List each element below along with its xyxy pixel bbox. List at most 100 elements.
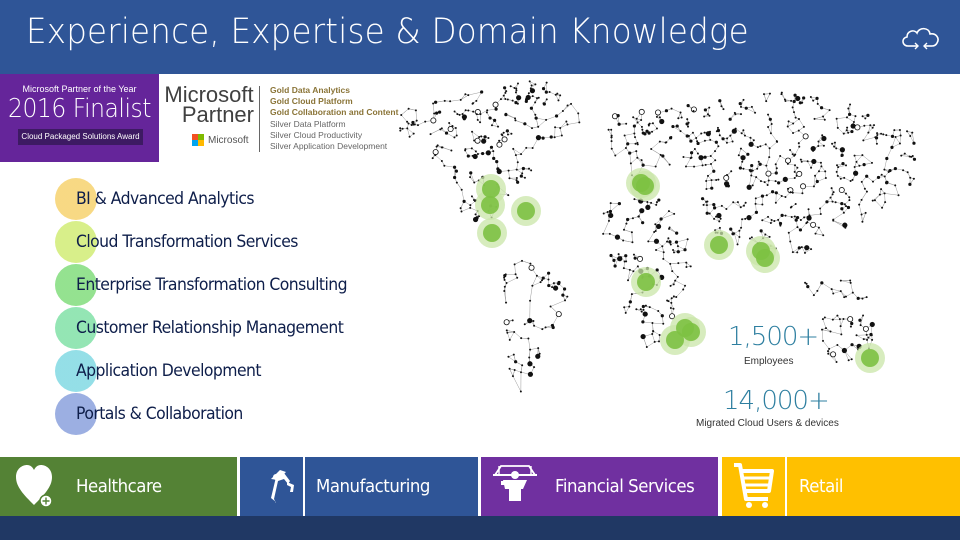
network-node	[802, 96, 806, 100]
award-line-2: 2016 Finalist	[8, 94, 151, 124]
office-location-marker	[666, 331, 684, 349]
network-node	[792, 132, 795, 135]
network-node	[701, 164, 704, 167]
network-node	[835, 117, 838, 120]
network-node	[733, 111, 736, 114]
network-node	[474, 137, 481, 144]
network-node	[908, 182, 912, 186]
network-node	[508, 177, 511, 180]
network-node	[742, 204, 745, 207]
network-node	[726, 137, 729, 140]
network-node	[538, 352, 541, 355]
network-node	[709, 138, 712, 141]
network-node	[703, 139, 706, 142]
network-node	[628, 305, 631, 308]
industry-tile-manufacturing[interactable]: Manufacturing	[240, 457, 478, 516]
network-node	[831, 318, 834, 321]
network-line	[546, 115, 557, 121]
network-node	[749, 136, 752, 139]
network-node	[635, 150, 638, 153]
network-node	[458, 113, 461, 116]
network-node	[507, 169, 510, 172]
network-node	[861, 220, 864, 223]
network-node	[876, 175, 881, 180]
network-node	[486, 109, 489, 112]
network-node	[643, 132, 647, 136]
network-node	[799, 219, 802, 222]
network-node	[812, 294, 815, 297]
network-node	[658, 116, 661, 119]
network-node	[863, 124, 866, 127]
page-title: Experience, Expertise & Domain Knowledge	[26, 12, 749, 52]
network-node	[630, 293, 633, 296]
microsoft-windows-icon	[192, 134, 204, 146]
network-node	[625, 260, 628, 263]
network-line	[615, 147, 627, 156]
network-node	[777, 218, 780, 221]
network-node	[642, 308, 645, 311]
network-node	[854, 173, 857, 176]
network-line	[793, 118, 800, 124]
network-node	[453, 175, 457, 180]
network-node	[451, 124, 454, 127]
network-node	[862, 314, 865, 317]
network-node	[716, 128, 721, 133]
network-node	[691, 131, 694, 134]
network-node	[911, 131, 914, 134]
network-node	[431, 157, 434, 160]
network-node	[797, 246, 801, 250]
network-line	[846, 117, 855, 123]
network-node	[839, 325, 842, 328]
network-node	[836, 343, 839, 346]
industry-tile-retail[interactable]: Retail	[722, 457, 960, 516]
network-node	[672, 249, 675, 252]
network-node	[617, 202, 621, 206]
network-node	[508, 367, 511, 370]
network-node	[743, 134, 746, 137]
network-node	[516, 102, 519, 105]
network-node	[495, 160, 499, 164]
network-node	[861, 115, 864, 118]
network-node	[852, 120, 855, 123]
network-node	[470, 195, 473, 198]
network-node	[623, 134, 626, 137]
network-node	[862, 325, 869, 332]
network-node	[809, 96, 812, 99]
network-node	[782, 176, 788, 182]
network-line	[559, 127, 563, 136]
network-node	[800, 160, 803, 163]
network-node	[779, 155, 782, 158]
network-node	[802, 133, 809, 140]
industry-label: Manufacturing	[316, 476, 430, 497]
network-node	[677, 262, 680, 265]
network-node	[521, 166, 525, 171]
network-node	[849, 325, 852, 328]
industry-tile-healthcare[interactable]: Healthcare	[0, 457, 237, 516]
network-node	[562, 287, 567, 291]
network-node	[648, 306, 651, 309]
industry-tile-financial-services[interactable]: Financial Services	[481, 457, 718, 516]
service-label: Customer Relationship Management	[76, 318, 344, 338]
network-node	[622, 239, 625, 242]
network-node	[897, 194, 900, 197]
network-node	[823, 316, 826, 319]
network-node	[540, 279, 543, 282]
network-line	[611, 148, 616, 156]
network-node	[769, 132, 772, 135]
network-line	[602, 220, 610, 235]
network-node	[871, 126, 874, 129]
network-node	[850, 343, 854, 347]
network-node	[653, 231, 656, 234]
network-node	[407, 122, 410, 125]
network-node	[759, 229, 763, 233]
network-line	[549, 91, 556, 95]
network-node	[514, 117, 517, 120]
network-node	[805, 282, 808, 285]
network-node	[695, 136, 698, 139]
network-node	[530, 320, 533, 323]
network-node	[453, 136, 456, 139]
network-node	[873, 124, 876, 127]
network-node	[862, 162, 866, 167]
network-node	[736, 243, 739, 246]
office-location-marker	[861, 349, 879, 367]
